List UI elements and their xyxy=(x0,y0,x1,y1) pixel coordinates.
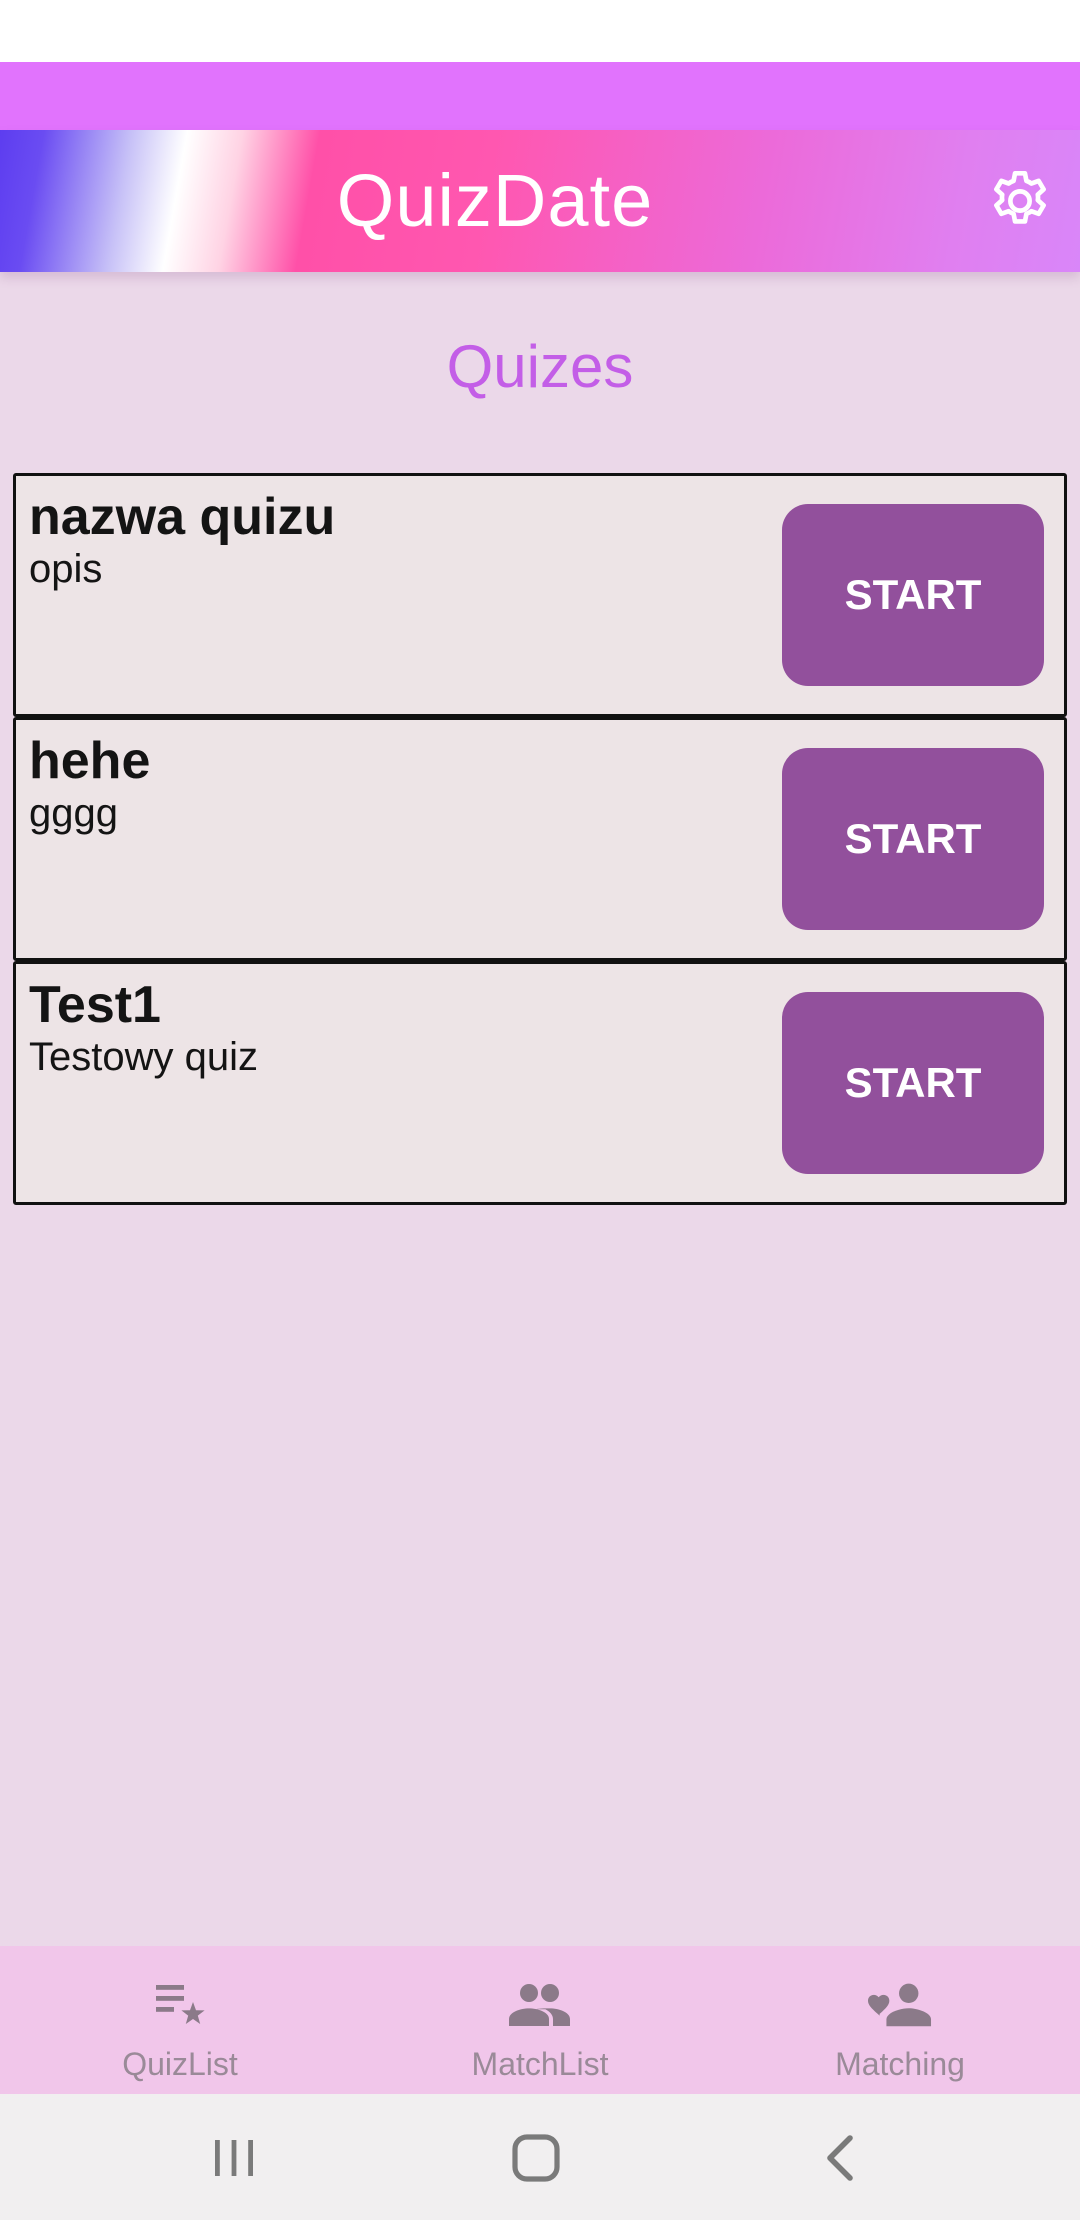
settings-button[interactable] xyxy=(982,163,1058,239)
back-icon xyxy=(827,2135,853,2181)
bottom-nav: QuizList MatchList Matching xyxy=(0,1946,1080,2094)
status-bar xyxy=(0,0,1080,62)
system-navigation-bar xyxy=(0,2094,1080,2220)
start-button[interactable]: START xyxy=(782,748,1044,930)
start-button[interactable]: START xyxy=(782,504,1044,686)
person-heart-icon xyxy=(868,1976,932,2032)
nav-item-matchlist[interactable]: MatchList xyxy=(360,1946,720,2094)
home-icon xyxy=(512,2134,560,2182)
nav-label: Matching xyxy=(835,2046,965,2082)
people-icon xyxy=(508,1976,572,2032)
quiz-card: nazwa quizu opis START xyxy=(13,473,1067,717)
quiz-description: gggg xyxy=(29,791,118,835)
quiz-card: Test1 Testowy quiz START xyxy=(13,961,1067,1205)
section-title: Quizes xyxy=(446,333,634,400)
app-header: QuizDate xyxy=(0,130,1080,272)
quiz-description: opis xyxy=(29,547,103,591)
nav-label: QuizList xyxy=(122,2046,238,2082)
recents-icon xyxy=(215,2140,253,2176)
gear-icon xyxy=(994,170,1046,224)
quiz-description: Testowy quiz xyxy=(29,1035,258,1079)
start-button[interactable]: START xyxy=(782,992,1044,1174)
nav-item-quizlist[interactable]: QuizList xyxy=(0,1946,360,2094)
recents-button[interactable] xyxy=(204,2130,264,2186)
header-strip xyxy=(0,62,1080,130)
quiz-name: Test1 xyxy=(29,976,161,1034)
back-button[interactable] xyxy=(810,2130,870,2186)
home-button[interactable] xyxy=(506,2130,566,2186)
quiz-name: nazwa quizu xyxy=(29,488,336,546)
quiz-card: hehe gggg START xyxy=(13,717,1067,961)
nav-item-matching[interactable]: Matching xyxy=(720,1946,1080,2094)
quiz-list: nazwa quizu opis START hehe gggg START T… xyxy=(13,473,1067,1205)
quiz-name: hehe xyxy=(29,732,151,790)
playlist-star-icon xyxy=(148,1976,212,2032)
app-title: QuizDate xyxy=(336,159,654,242)
nav-label: MatchList xyxy=(471,2046,609,2082)
